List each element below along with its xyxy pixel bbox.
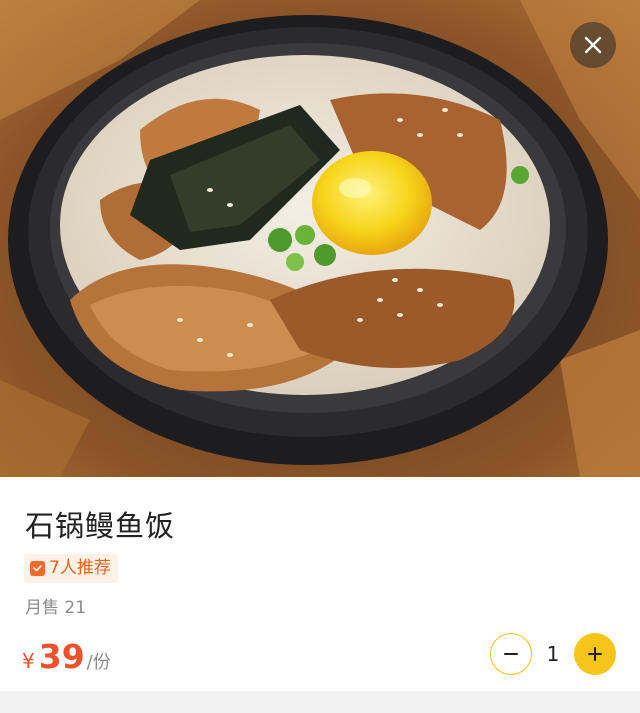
close-button[interactable]: [570, 22, 616, 68]
dish-info-panel: 石锅鳗鱼饭 7人推荐 月售 21 ¥ 39 /份 1: [0, 477, 640, 713]
quantity-value: 1: [546, 642, 560, 666]
bottom-divider: [0, 691, 640, 713]
recommend-icon: [30, 561, 45, 576]
dish-photo: [0, 0, 640, 477]
recommend-badge: 7人推荐: [24, 554, 118, 583]
increase-quantity-button[interactable]: [574, 633, 616, 675]
price-row: ¥ 39 /份: [22, 637, 111, 676]
currency-symbol: ¥: [22, 649, 35, 673]
plus-icon: [588, 647, 602, 661]
minus-icon: [504, 653, 518, 655]
dish-title: 石锅鳗鱼饭: [25, 509, 176, 543]
price-value: 39: [38, 637, 85, 676]
quantity-stepper: 1: [490, 633, 616, 675]
monthly-sales: 月售 21: [25, 598, 87, 618]
price-unit: /份: [86, 652, 111, 673]
eel-rice-bowl-image: [0, 0, 640, 477]
recommend-count: 7人推荐: [49, 558, 111, 578]
close-icon: [584, 36, 602, 54]
decrease-quantity-button[interactable]: [490, 633, 532, 675]
